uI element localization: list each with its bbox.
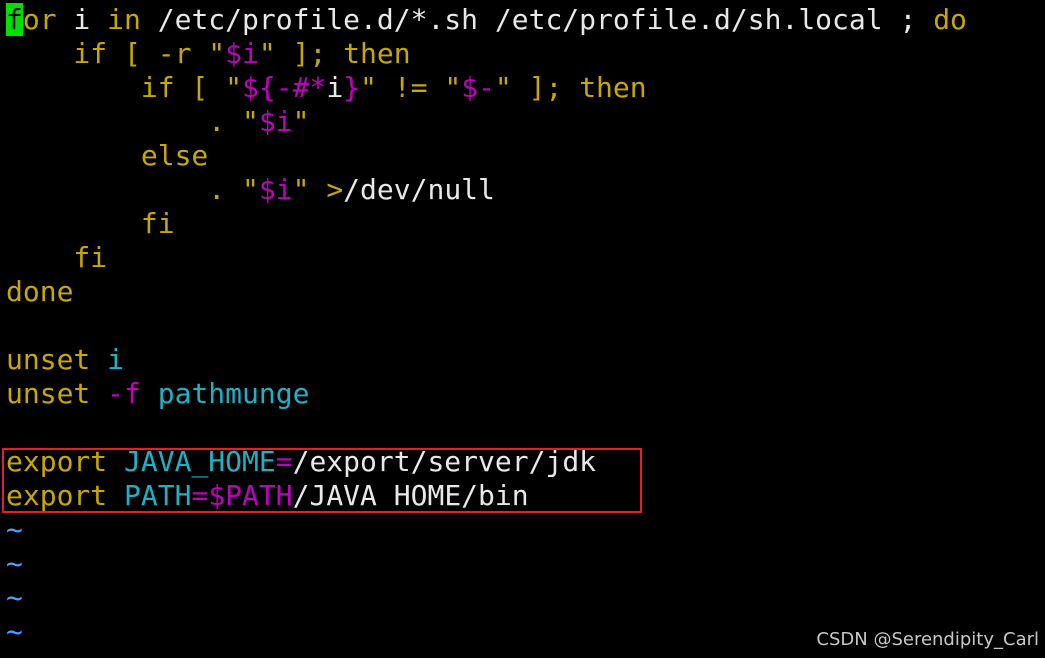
code-line[interactable]: if [ "${-#*i}" != "$-" ]; then <box>6 71 1041 105</box>
watermark: CSDN @Serendipity_Carl <box>816 629 1039 650</box>
code-token: fi <box>6 207 175 240</box>
code-token: -f <box>107 377 141 410</box>
code-token: i <box>107 343 125 376</box>
code-token: $i <box>258 173 293 206</box>
code-token: i <box>326 71 344 104</box>
code-line[interactable] <box>6 309 1041 343</box>
code-token: /etc/profile.d/*.sh /etc/profile.d/sh.lo… <box>140 3 934 36</box>
code-token: done <box>6 275 74 308</box>
code-token: " <box>242 173 259 206</box>
code-token: or <box>22 3 57 36</box>
code-token: " ]; then <box>494 71 647 104</box>
code-token: ~ <box>6 615 23 648</box>
code-token: else <box>6 139 209 172</box>
code-line[interactable]: . "$i" >/dev/null <box>6 173 1041 207</box>
code-token: fi <box>6 241 108 274</box>
code-token: " != " <box>360 71 462 104</box>
code-token: " <box>292 173 327 206</box>
code-token: do <box>933 3 967 36</box>
code-line[interactable]: done <box>6 275 1041 309</box>
vim-editor-buffer[interactable]: for i in /etc/profile.d/*.sh /etc/profil… <box>6 3 1041 649</box>
empty-buffer-line[interactable]: ~ <box>6 581 1041 615</box>
code-token: /dev/null <box>343 173 495 206</box>
code-token: " <box>242 105 259 138</box>
code-token: ${-#* <box>242 71 327 104</box>
code-token: . <box>6 105 243 138</box>
code-token: > <box>326 173 344 206</box>
code-token: if [ <box>6 71 226 104</box>
code-token: i <box>56 3 108 36</box>
code-token: " <box>292 105 310 138</box>
code-token: $- <box>461 71 495 104</box>
code-line[interactable]: for i in /etc/profile.d/*.sh /etc/profil… <box>6 3 1041 37</box>
code-token: pathmunge <box>157 377 310 410</box>
code-token: } <box>343 71 361 104</box>
code-token: unset <box>6 343 91 376</box>
code-token: " ]; then <box>258 37 411 70</box>
code-line[interactable]: fi <box>6 241 1041 275</box>
highlight-box <box>2 448 642 513</box>
empty-buffer-line[interactable]: ~ <box>6 547 1041 581</box>
code-token: ~ <box>6 513 23 546</box>
code-token: -r <box>157 37 192 70</box>
code-token: ~ <box>6 547 23 580</box>
code-line[interactable] <box>6 411 1041 445</box>
code-line[interactable]: unset i <box>6 343 1041 377</box>
code-line[interactable]: . "$i" <box>6 105 1041 139</box>
code-token: . <box>6 173 243 206</box>
code-token: in <box>107 3 141 36</box>
text-cursor: f <box>6 3 23 36</box>
code-token: if [ <box>6 37 158 70</box>
code-line[interactable]: unset -f pathmunge <box>6 377 1041 411</box>
code-token: " <box>191 37 226 70</box>
empty-buffer-line[interactable]: ~ <box>6 513 1041 547</box>
code-token: ~ <box>6 581 23 614</box>
code-line[interactable]: else <box>6 139 1041 173</box>
code-line[interactable]: fi <box>6 207 1041 241</box>
code-token: unset <box>6 377 91 410</box>
code-token: $i <box>258 105 293 138</box>
code-line[interactable]: if [ -r "$i" ]; then <box>6 37 1041 71</box>
code-token: " <box>225 71 243 104</box>
code-token: $i <box>225 37 259 70</box>
